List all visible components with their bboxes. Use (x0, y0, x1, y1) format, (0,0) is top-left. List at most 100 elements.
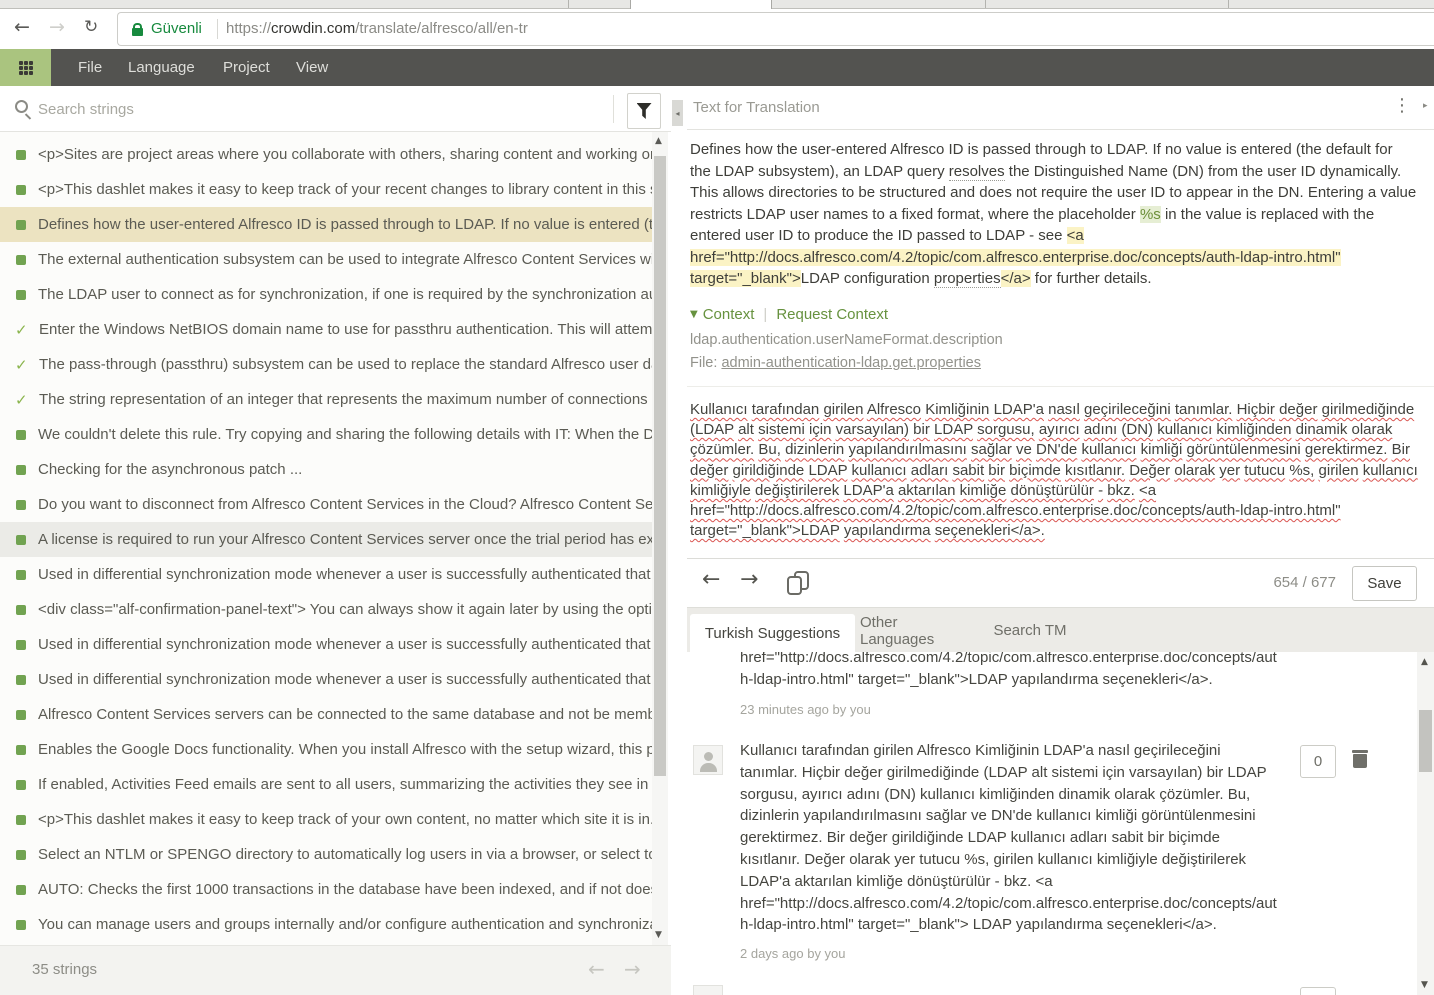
save-button[interactable]: Save (1352, 566, 1417, 601)
list-item[interactable]: The external authentication subsystem ca… (0, 242, 652, 277)
translated-status-icon (16, 464, 26, 475)
list-item[interactable]: If enabled, Activities Feed emails are s… (0, 767, 652, 802)
menu-view[interactable]: View (296, 59, 328, 76)
context-toggle[interactable]: Context (703, 306, 755, 323)
list-item[interactable]: We couldn't delete this rule. Try copyin… (0, 417, 652, 452)
translated-status-icon (16, 779, 26, 790)
string-list-scrollbar[interactable]: ▲ ▼ (652, 132, 668, 945)
translation-input[interactable]: Kullanıcı tarafından girilen Alfresco Ki… (690, 400, 1420, 541)
delete-suggestion-icon[interactable] (1352, 749, 1368, 768)
string-position-counter: 654 / 677 (1273, 574, 1336, 591)
list-item[interactable]: <p>This dashlet makes it easy to keep tr… (0, 172, 652, 207)
tab-separator (568, 0, 569, 8)
menu-file[interactable]: File (78, 59, 102, 76)
tab-separator (1228, 0, 1229, 8)
previous-string-button[interactable]: ← (702, 567, 720, 592)
browser-reload-button[interactable]: ↻ (84, 17, 98, 37)
list-item[interactable]: Alfresco Content Services servers can be… (0, 697, 652, 732)
list-item[interactable]: You can manage users and groups internal… (0, 907, 652, 942)
suggestion-text[interactable]: href="http://docs.alfresco.com/4.2/topic… (740, 652, 1280, 691)
string-text: Used in differential synchronization mod… (38, 566, 652, 583)
request-context-link[interactable]: Request Context (776, 306, 888, 323)
list-item[interactable]: Used in differential synchronization mod… (0, 557, 652, 592)
copy-source-button[interactable] (787, 571, 811, 595)
list-item[interactable]: The LDAP user to connect as for synchron… (0, 277, 652, 312)
list-item[interactable]: Do you want to disconnect from Alfresco … (0, 487, 652, 522)
suggestions-scrollbar[interactable]: ▲ ▼ (1417, 652, 1434, 995)
translated-status-icon (16, 184, 26, 195)
browser-tab-strip (0, 0, 1434, 9)
suggestion-text[interactable]: Kullanıcı tarafından girilen Alfresco Ki… (740, 740, 1277, 936)
vote-count-box[interactable] (1300, 987, 1336, 995)
list-item[interactable]: ✓ The pass-through (passthru) subsystem c… (0, 347, 652, 382)
avatar (693, 985, 723, 995)
tab-search-tm[interactable]: Search TM (992, 608, 1068, 653)
list-item[interactable]: Enables the Google Docs functionality. W… (0, 732, 652, 767)
list-item[interactable]: A license is required to run your Alfres… (0, 522, 652, 557)
translated-status-icon (16, 499, 26, 510)
string-text: Checking for the asynchronous patch ... (38, 461, 303, 478)
tab-separator (985, 0, 986, 8)
grid-icon (18, 60, 33, 75)
search-divider (613, 95, 614, 123)
search-input[interactable] (38, 94, 593, 124)
scroll-down-icon[interactable]: ▼ (1421, 980, 1428, 990)
tab-other-languages[interactable]: Other Languages (860, 608, 972, 653)
list-item[interactable]: <p>This dashlet makes it easy to keep tr… (0, 802, 652, 837)
list-item[interactable]: Checking for the asynchronous patch ... (0, 452, 652, 487)
collapse-panel-handle[interactable]: ◂ (672, 100, 683, 126)
string-text: You can manage users and groups internal… (38, 916, 652, 933)
approved-check-icon: ✓ (15, 355, 28, 374)
page-url: https://crowdin.com/translate/alfresco/a… (226, 20, 528, 37)
more-options-icon[interactable]: ⋮ (1393, 95, 1411, 116)
list-item[interactable]: <p>Sites are project areas where you col… (0, 137, 652, 172)
string-text: AUTO: Checks the first 1000 transactions… (38, 881, 652, 898)
translated-status-icon (16, 289, 26, 300)
filter-button[interactable] (627, 93, 661, 129)
scrollbar-thumb[interactable] (654, 156, 666, 776)
menu-project[interactable]: Project (223, 59, 270, 76)
file-link[interactable]: admin-authentication-ldap.get.properties (721, 355, 981, 371)
search-icon (15, 100, 28, 113)
translated-status-icon (16, 254, 26, 265)
list-item[interactable]: ✓ Enter the Windows NetBIOS domain name t… (0, 312, 652, 347)
list-item[interactable]: <div class="alf-confirmation-panel-text"… (0, 592, 652, 627)
list-item[interactable]: Used in differential synchronization mod… (0, 662, 652, 697)
string-text: <p>This dashlet makes it easy to keep tr… (38, 811, 652, 828)
expand-panel-icon[interactable]: ▸ (1423, 101, 1428, 111)
next-string-button[interactable]: → (740, 567, 758, 592)
translated-status-icon (16, 709, 26, 720)
string-text: Enter the Windows NetBIOS domain name to… (39, 321, 652, 338)
list-item[interactable]: Select an NTLM or SPENGO directory to au… (0, 837, 652, 872)
source-text: Defines how the user-entered Alfresco ID… (690, 141, 1417, 288)
next-page-button[interactable]: → (624, 957, 641, 981)
list-item[interactable]: AUTO: Checks the first 1000 transactions… (0, 872, 652, 907)
list-item[interactable]: Defines how the user-entered Alfresco ID… (0, 207, 652, 242)
scrollbar-thumb[interactable] (1419, 710, 1432, 772)
address-bar[interactable]: Güvenli https://crowdin.com/translate/al… (117, 12, 1434, 46)
list-item[interactable]: Used in differential synchronization mod… (0, 627, 652, 662)
list-item[interactable]: ✓ The string representation of an integer… (0, 382, 652, 417)
string-text: Select an NTLM or SPENGO directory to au… (38, 846, 652, 863)
string-key: ldap.authentication.userNameFormat.descr… (690, 332, 1003, 348)
string-text: <p>Sites are project areas where you col… (38, 146, 652, 163)
prev-page-button[interactable]: ← (588, 957, 605, 981)
scroll-down-icon[interactable]: ▼ (655, 930, 662, 940)
browser-forward-button[interactable]: → (49, 16, 65, 38)
active-browser-tab[interactable] (630, 0, 772, 9)
browser-back-button[interactable]: ← (14, 16, 30, 38)
string-list-footer: 35 strings ← → (0, 945, 671, 995)
app-menu-bar: File Language Project View (0, 49, 1434, 86)
scroll-up-icon[interactable]: ▲ (1421, 657, 1428, 667)
tab-turkish-suggestions[interactable]: Turkish Suggestions (690, 614, 855, 653)
translation-divider (687, 386, 1434, 387)
menu-language[interactable]: Language (128, 59, 195, 76)
app-grid-button[interactable] (0, 49, 51, 86)
editor-header: Text for Translation ⋮ ▸ (687, 86, 1434, 130)
filter-icon (636, 103, 652, 119)
avatar (693, 745, 723, 775)
vote-count-box[interactable]: 0 (1300, 745, 1336, 778)
string-text: Alfresco Content Services servers can be… (38, 706, 652, 723)
context-caret-icon: ▼ (690, 309, 698, 320)
scroll-up-icon[interactable]: ▲ (655, 136, 662, 146)
